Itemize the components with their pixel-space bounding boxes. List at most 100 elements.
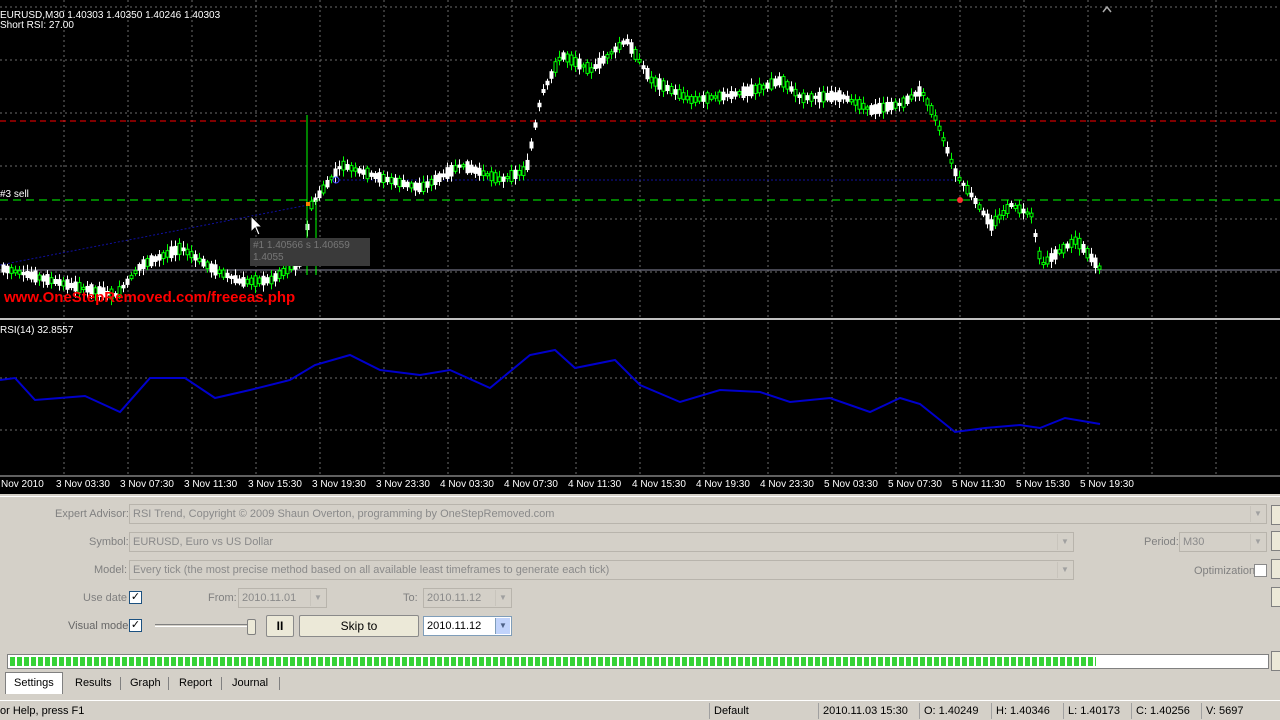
- tooltip-line: 1.4055: [253, 252, 284, 263]
- chevron-down-icon[interactable]: ▼: [495, 590, 510, 606]
- tab-graph[interactable]: Graph: [130, 673, 161, 693]
- slider-thumb[interactable]: [247, 619, 256, 635]
- candle-body: [29, 271, 34, 280]
- panel-side-button[interactable]: [1271, 531, 1280, 551]
- indicator-readout: Short RSI: 27.00: [0, 20, 74, 31]
- candle-body: [149, 255, 154, 267]
- chevron-down-icon[interactable]: ▼: [495, 618, 510, 634]
- candle-body: [501, 176, 506, 182]
- tooltip-line: #1 1.40566 s 1.40659: [253, 240, 350, 251]
- chevron-down-icon[interactable]: ▼: [1250, 506, 1265, 522]
- tab-journal[interactable]: Journal: [232, 673, 268, 693]
- tab-divider: [120, 677, 121, 690]
- tab-divider: [279, 677, 280, 690]
- candle-body: [745, 86, 750, 97]
- candle-body: [797, 94, 802, 99]
- status-bar: or Help, press F1 Default 2010.11.03 15:…: [0, 700, 1280, 720]
- candle-body: [373, 173, 378, 180]
- candle-body: [17, 270, 22, 275]
- chevron-down-icon[interactable]: ▼: [1250, 534, 1265, 550]
- period-select[interactable]: M30 ▼: [1179, 532, 1267, 552]
- candle-body: [265, 277, 270, 284]
- candle-body: [813, 95, 818, 99]
- candle-body: [577, 58, 582, 70]
- candle-body: [125, 278, 130, 285]
- candle-body: [525, 159, 530, 171]
- candle-body: [209, 263, 214, 273]
- panel-side-button[interactable]: [1271, 505, 1280, 525]
- time-axis: Nov 2010 3 Nov 03:30 3 Nov 07:30 3 Nov 11:3…: [0, 476, 1280, 494]
- candle-body: [705, 92, 710, 104]
- tab-results[interactable]: Results: [75, 673, 112, 693]
- panel-side-button[interactable]: [1271, 651, 1280, 671]
- candle-body: [445, 167, 450, 179]
- candle-body: [1085, 248, 1090, 259]
- time-axis-label: 4 Nov 15:30: [632, 479, 686, 490]
- panel-side-button[interactable]: [1271, 559, 1280, 579]
- candle-body: [789, 86, 794, 92]
- status-high: H: 1.40346: [991, 703, 1050, 719]
- candle-body: [909, 94, 914, 100]
- candle-body: [621, 40, 626, 45]
- candle-body: [881, 102, 886, 113]
- candle-body: [885, 101, 890, 112]
- to-date-picker[interactable]: 2010.11.12 ▼: [423, 588, 512, 608]
- status-datetime: 2010.11.03 15:30: [818, 703, 908, 719]
- pause-button[interactable]: II: [266, 615, 294, 637]
- candle-body: [1073, 236, 1078, 245]
- candle-body: [425, 181, 430, 188]
- rsi-series: [0, 348, 1101, 434]
- tab-report[interactable]: Report: [179, 673, 212, 693]
- use-date-checkbox[interactable]: ✓: [129, 591, 142, 604]
- candle-body: [709, 95, 714, 100]
- candle-body: [837, 90, 842, 102]
- candle-body: [549, 71, 554, 79]
- model-select[interactable]: Every tick (the most precise method base…: [129, 560, 1074, 580]
- candle-body: [673, 89, 678, 95]
- chevron-down-icon[interactable]: ▼: [1057, 534, 1072, 550]
- time-axis-label: 5 Nov 11:30: [952, 479, 1006, 490]
- candle-body: [785, 81, 790, 90]
- chevron-down-icon[interactable]: ▼: [1057, 562, 1072, 578]
- candle-body: [725, 93, 730, 98]
- visual-mode-checkbox[interactable]: ✓: [129, 619, 142, 632]
- candle-body: [969, 192, 974, 198]
- candle-body: [961, 182, 966, 186]
- tab-divider: [168, 677, 169, 690]
- candle-body: [357, 168, 362, 174]
- candle-body: [841, 94, 846, 100]
- optimization-checkbox[interactable]: [1254, 564, 1267, 577]
- price-chart[interactable]: EURUSD,M30 1.40303 1.40350 1.40246 1.403…: [0, 0, 1280, 494]
- candle-body: [977, 204, 982, 210]
- model-label: Model:: [94, 564, 128, 576]
- candle-body: [345, 164, 350, 170]
- candle-body: [393, 177, 398, 186]
- candle-body: [677, 89, 682, 99]
- candle-body: [649, 76, 654, 84]
- candle-body: [377, 172, 382, 183]
- candle-body: [533, 122, 538, 128]
- from-date-picker[interactable]: 2010.11.01 ▼: [238, 588, 327, 608]
- tab-settings[interactable]: Settings: [5, 672, 63, 694]
- expert-advisor-select[interactable]: RSI Trend, Copyright © 2009 Shaun Overto…: [129, 504, 1267, 524]
- candle-body: [361, 169, 366, 175]
- order-marker: [957, 197, 963, 203]
- candle-body: [693, 96, 698, 103]
- status-volume: V: 5697: [1201, 703, 1244, 719]
- status-close: C: 1.40256: [1131, 703, 1190, 719]
- candle-body: [717, 91, 722, 102]
- skip-date-picker[interactable]: 2010.11.12 ▼: [423, 616, 512, 636]
- skip-to-button[interactable]: Skip to: [299, 615, 419, 637]
- candle-body: [609, 51, 614, 55]
- candle-body: [561, 52, 566, 60]
- symbol-select[interactable]: EURUSD, Euro vs US Dollar ▼: [129, 532, 1074, 552]
- time-axis-label: 5 Nov 15:30: [1016, 479, 1070, 490]
- candle-body: [905, 95, 910, 104]
- visual-speed-slider[interactable]: [155, 619, 257, 635]
- chevron-down-icon[interactable]: ▼: [310, 590, 325, 606]
- candle-body: [913, 91, 918, 97]
- candle-body: [161, 252, 166, 260]
- candle-body: [497, 176, 502, 183]
- candle-body: [545, 80, 550, 86]
- panel-side-button[interactable]: [1271, 587, 1280, 607]
